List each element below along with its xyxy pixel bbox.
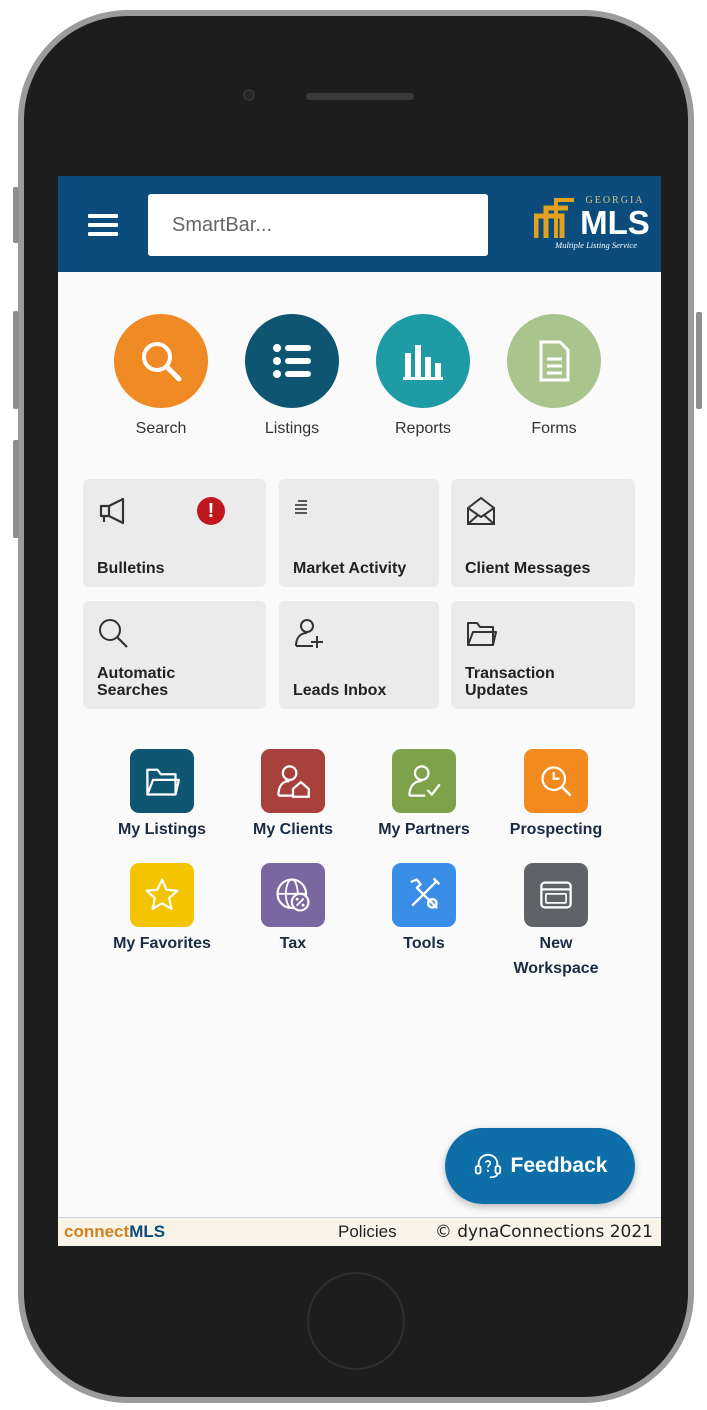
headset-help-icon — [474, 1153, 501, 1179]
tile-label-line1: Automatic — [97, 665, 176, 682]
app-header: GEORGIA MLS Multiple Listing Service — [58, 176, 661, 272]
smartbar-input[interactable] — [148, 194, 488, 256]
folder-icon[interactable] — [130, 749, 194, 813]
quick-action-reports[interactable]: Reports — [358, 314, 488, 438]
app-label: My Partners — [378, 821, 470, 838]
quick-action-listings[interactable]: Listings — [227, 314, 357, 438]
app-screen: GEORGIA MLS Multiple Listing Service Sea… — [58, 176, 661, 1246]
mute-switch — [13, 187, 19, 243]
magnifier-icon[interactable] — [114, 314, 208, 408]
document-icon[interactable] — [507, 314, 601, 408]
footer: connectMLS Policies © dynaConnections 20… — [58, 1217, 661, 1246]
tile-label-line2: Updates — [465, 682, 529, 699]
quick-action-label: Forms — [531, 420, 577, 437]
tools-icon[interactable] — [392, 863, 456, 927]
megaphone-icon — [97, 495, 129, 527]
tile-market-activity[interactable]: Market Activity — [279, 479, 439, 587]
app-label: My Clients — [252, 821, 333, 838]
app-label: Prospecting — [509, 821, 603, 838]
app-tools[interactable]: Tools — [359, 863, 489, 956]
user-home-icon[interactable] — [261, 749, 325, 813]
home-button[interactable] — [307, 1272, 405, 1370]
app-label: Tax — [279, 935, 307, 952]
clock-search-icon[interactable] — [524, 749, 588, 813]
tile-label: Bulletins — [97, 560, 165, 577]
tile-transaction-updates[interactable]: Transaction Updates — [451, 601, 635, 709]
quick-action-search[interactable]: Search — [96, 314, 226, 438]
feedback-label: Feedback — [510, 1154, 608, 1177]
user-check-icon[interactable] — [392, 749, 456, 813]
app-label: My Favorites — [113, 935, 211, 952]
search-outline-icon — [97, 617, 129, 649]
user-add-icon — [293, 617, 325, 649]
logo-main-text: MLS — [580, 204, 650, 241]
app-new-workspace[interactable]: New Workspace — [491, 863, 621, 981]
envelope-open-icon — [465, 495, 497, 527]
app-my-partners[interactable]: My Partners — [359, 749, 489, 842]
quick-action-label: Reports — [394, 420, 452, 437]
lines-icon — [293, 495, 325, 527]
app-tax[interactable]: Tax — [228, 863, 358, 956]
connectmls-brand[interactable]: connectMLS — [64, 1222, 165, 1242]
tile-bulletins[interactable]: ! Bulletins — [83, 479, 266, 587]
app-label: My Listings — [117, 821, 206, 838]
window-icon[interactable] — [524, 863, 588, 927]
policies-link[interactable]: Policies — [338, 1222, 397, 1242]
tile-leads-inbox[interactable]: Leads Inbox — [279, 601, 439, 709]
app-label-line2: Workspace — [513, 960, 599, 977]
feedback-button[interactable]: Feedback — [445, 1128, 635, 1204]
georgia-mls-logo: GEORGIA MLS Multiple Listing Service — [533, 190, 652, 254]
logo-tagline: Multiple Listing Service — [554, 240, 637, 250]
folder-outline-icon — [465, 617, 497, 649]
app-my-favorites[interactable]: My Favorites — [97, 863, 227, 956]
front-camera — [243, 89, 255, 101]
brand-prefix: connect — [64, 1222, 130, 1241]
app-my-listings[interactable]: My Listings — [97, 749, 227, 842]
globe-percent-icon[interactable] — [261, 863, 325, 927]
tile-label: Leads Inbox — [293, 682, 387, 699]
quick-action-forms[interactable]: Forms — [489, 314, 619, 438]
power-button — [696, 312, 702, 409]
tile-automatic-searches[interactable]: Automatic Searches — [83, 601, 266, 709]
tile-label: Transaction Updates — [465, 665, 555, 699]
quick-action-label: Listings — [264, 420, 320, 437]
app-label: Tools — [403, 935, 445, 952]
star-icon[interactable] — [130, 863, 194, 927]
app-label-line1: New — [539, 935, 573, 952]
tile-label: Market Activity — [293, 560, 407, 577]
tile-label-line2: Searches — [97, 682, 169, 699]
tile-label-line1: Transaction — [465, 665, 555, 682]
tile-client-messages[interactable]: Client Messages — [451, 479, 635, 587]
copyright-text: © dynaConnections 2021 — [434, 1222, 653, 1242]
brand-suffix: MLS — [129, 1222, 166, 1241]
tile-label: Automatic Searches — [97, 665, 175, 699]
app-prospecting[interactable]: Prospecting — [491, 749, 621, 842]
earpiece-speaker — [306, 93, 414, 100]
app-my-clients[interactable]: My Clients — [228, 749, 358, 842]
bar-chart-icon[interactable] — [376, 314, 470, 408]
tile-label: Client Messages — [465, 560, 591, 577]
alert-badge: ! — [197, 497, 225, 525]
hamburger-menu-icon[interactable] — [88, 214, 118, 236]
app-label: New Workspace — [491, 931, 621, 981]
list-icon[interactable] — [245, 314, 339, 408]
volume-up-button — [13, 311, 19, 409]
volume-down-button — [13, 440, 19, 538]
quick-actions: Search Listings Reports Forms — [58, 314, 661, 444]
quick-action-label: Search — [135, 420, 187, 437]
